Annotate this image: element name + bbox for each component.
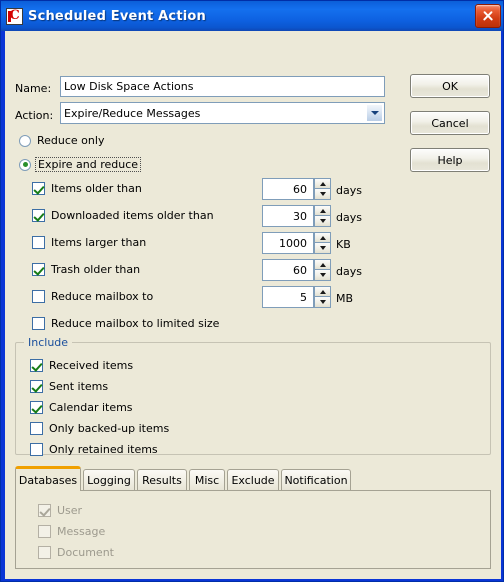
- checkbox-database-user[interactable]: User: [38, 504, 82, 517]
- checkbox-only-backed-up-items-box[interactable]: [30, 422, 43, 435]
- spinner-down-icon[interactable]: [314, 270, 331, 281]
- spinner-reduce-mailbox-to-input[interactable]: 5: [262, 286, 314, 308]
- radio-expire-and-reduce[interactable]: Expire and reduce: [19, 157, 142, 172]
- scheduled-event-action-window: C Scheduled Event Action Name: Low Disk …: [0, 0, 504, 582]
- checkbox-items-older-than[interactable]: Items older than: [32, 182, 142, 195]
- checkbox-calendar-items[interactable]: Calendar items: [30, 401, 133, 414]
- checkbox-database-document-label: Document: [57, 546, 114, 559]
- databases-tab-panel: User Message Document: [15, 490, 491, 569]
- radio-expire-and-reduce-indicator[interactable]: [19, 158, 31, 171]
- spinner-items-larger-than-buttons[interactable]: [314, 232, 331, 254]
- spinner-items-larger-than-input[interactable]: 1000: [262, 232, 314, 254]
- spinner-trash-older-than-input[interactable]: 60: [262, 259, 314, 281]
- name-label: Name:: [15, 82, 52, 95]
- checkbox-downloaded-items-older-than-box[interactable]: [32, 209, 45, 222]
- checkbox-only-backed-up-items[interactable]: Only backed-up items: [30, 422, 169, 435]
- dialog-body: Name: Low Disk Space Actions Action: Exp…: [5, 31, 501, 579]
- include-groupbox-legend: Include: [24, 336, 73, 349]
- checkbox-trash-older-than-label: Trash older than: [51, 263, 141, 276]
- tab-notification[interactable]: Notification: [281, 469, 351, 490]
- spinner-up-icon[interactable]: [314, 259, 331, 270]
- checkbox-reduce-mailbox-to-limited-size-box[interactable]: [32, 317, 45, 330]
- tab-exclude[interactable]: Exclude: [227, 469, 279, 490]
- spinner-downloaded-items-older-than-buttons[interactable]: [314, 205, 331, 227]
- checkbox-database-user-box[interactable]: [38, 504, 51, 517]
- spinner-trash-older-than-buttons[interactable]: [314, 259, 331, 281]
- name-input[interactable]: Low Disk Space Actions: [60, 76, 385, 97]
- spinner-down-icon[interactable]: [314, 216, 331, 227]
- help-button[interactable]: Help: [410, 148, 490, 172]
- checkbox-downloaded-items-older-than[interactable]: Downloaded items older than: [32, 209, 214, 222]
- spinner-items-older-than-buttons[interactable]: [314, 178, 331, 200]
- checkbox-only-retained-items[interactable]: Only retained items: [30, 443, 158, 456]
- ok-button[interactable]: OK: [410, 74, 490, 98]
- cancel-button[interactable]: Cancel: [410, 111, 490, 135]
- application-c-icon: C: [6, 7, 23, 25]
- checkbox-only-retained-items-label: Only retained items: [49, 443, 158, 456]
- spinner-items-older-than-input[interactable]: 60: [262, 178, 314, 200]
- checkbox-sent-items-box[interactable]: [30, 380, 43, 393]
- checkbox-downloaded-items-older-than-label: Downloaded items older than: [51, 209, 214, 222]
- checkbox-database-message-label: Message: [57, 525, 106, 538]
- checkbox-reduce-mailbox-to-box[interactable]: [32, 290, 45, 303]
- checkbox-reduce-mailbox-to-limited-size-label: Reduce mailbox to limited size: [51, 317, 220, 330]
- checkbox-received-items-box[interactable]: [30, 359, 43, 372]
- spinner-up-icon[interactable]: [314, 232, 331, 243]
- checkbox-items-larger-than-box[interactable]: [32, 236, 45, 249]
- unit-items-older-than: days: [336, 184, 362, 197]
- checkbox-database-user-label: User: [57, 504, 83, 517]
- checkbox-only-retained-items-box[interactable]: [30, 443, 43, 456]
- spinner-up-icon[interactable]: [314, 286, 331, 297]
- checkbox-items-older-than-box[interactable]: [32, 182, 45, 195]
- checkbox-sent-items-label: Sent items: [49, 380, 109, 393]
- checkbox-database-document[interactable]: Document: [38, 546, 114, 559]
- spinner-reduce-mailbox-to-buttons[interactable]: [314, 286, 331, 308]
- checkbox-reduce-mailbox-to-limited-size[interactable]: Reduce mailbox to limited size: [32, 317, 219, 330]
- checkbox-received-items[interactable]: Received items: [30, 359, 133, 372]
- tab-logging[interactable]: Logging: [83, 469, 135, 490]
- checkbox-reduce-mailbox-to[interactable]: Reduce mailbox to: [32, 290, 153, 303]
- window-title: Scheduled Event Action: [28, 8, 206, 24]
- unit-items-larger-than: KB: [336, 238, 351, 251]
- title-bar: C Scheduled Event Action: [1, 1, 503, 31]
- action-label: Action:: [15, 109, 54, 122]
- checkbox-only-backed-up-items-label: Only backed-up items: [49, 422, 170, 435]
- tab-databases[interactable]: Databases: [15, 466, 81, 491]
- close-icon[interactable]: [475, 4, 501, 28]
- tab-misc[interactable]: Misc: [189, 469, 225, 490]
- action-combobox[interactable]: Expire/Reduce Messages: [60, 102, 385, 124]
- checkbox-trash-older-than-box[interactable]: [32, 263, 45, 276]
- checkbox-received-items-label: Received items: [49, 359, 134, 372]
- checkbox-items-larger-than-label: Items larger than: [51, 236, 147, 249]
- spinner-down-icon[interactable]: [314, 297, 331, 308]
- include-groupbox: Include Received items Sent items Calend…: [15, 336, 491, 456]
- spinner-down-icon[interactable]: [314, 243, 331, 254]
- checkbox-calendar-items-label: Calendar items: [49, 401, 133, 414]
- checkbox-reduce-mailbox-to-label: Reduce mailbox to: [51, 290, 154, 303]
- checkbox-calendar-items-box[interactable]: [30, 401, 43, 414]
- radio-expire-and-reduce-label: Expire and reduce: [35, 157, 142, 172]
- checkbox-items-older-than-label: Items older than: [51, 182, 142, 195]
- radio-reduce-only-label: Reduce only: [37, 134, 105, 147]
- checkbox-items-larger-than[interactable]: Items larger than: [32, 236, 146, 249]
- tab-results[interactable]: Results: [137, 469, 187, 490]
- checkbox-sent-items[interactable]: Sent items: [30, 380, 108, 393]
- spinner-downloaded-items-older-than-input[interactable]: 30: [262, 205, 314, 227]
- unit-downloaded-items-older-than: days: [336, 211, 362, 224]
- unit-reduce-mailbox-to: MB: [336, 292, 354, 305]
- radio-reduce-only[interactable]: Reduce only: [19, 134, 104, 147]
- spinner-up-icon[interactable]: [314, 205, 331, 216]
- radio-reduce-only-indicator[interactable]: [19, 134, 31, 147]
- unit-trash-older-than: days: [336, 265, 362, 278]
- spinner-up-icon[interactable]: [314, 178, 331, 189]
- checkbox-trash-older-than[interactable]: Trash older than: [32, 263, 140, 276]
- spinner-down-icon[interactable]: [314, 189, 331, 200]
- chevron-down-icon[interactable]: [366, 104, 383, 122]
- action-combobox-value: Expire/Reduce Messages: [64, 106, 201, 120]
- checkbox-database-document-box[interactable]: [38, 546, 51, 559]
- checkbox-database-message[interactable]: Message: [38, 525, 105, 538]
- checkbox-database-message-box[interactable]: [38, 525, 51, 538]
